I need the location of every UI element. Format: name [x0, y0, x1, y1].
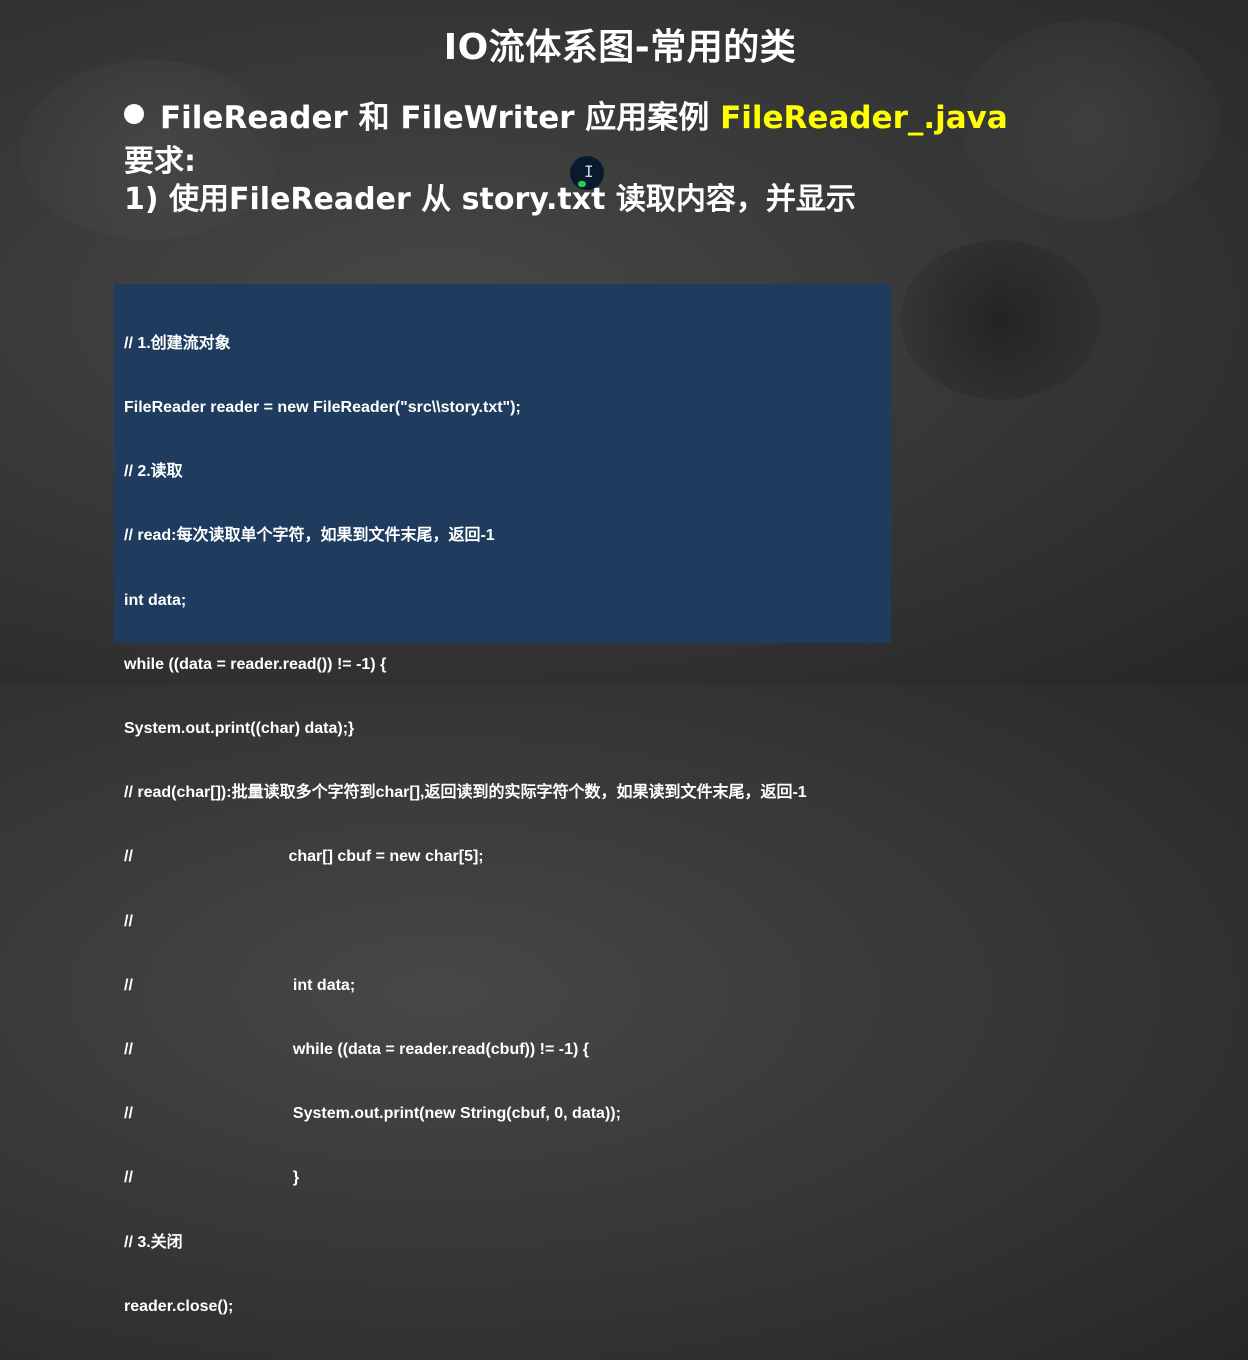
code-line: // read(char[]):批量读取多个字符到char[],返回读到的实际字… [124, 784, 807, 802]
source-file-name: FileReader_.java [720, 100, 1008, 136]
code-line: System.out.print((char) data);} [124, 720, 355, 738]
code-line: // 1.创建流对象 [124, 334, 231, 352]
code-line: // int data; [124, 976, 356, 994]
cursor-marker [578, 181, 586, 187]
bullet-icon [124, 104, 144, 124]
code-line: reader.close(); [124, 1297, 234, 1315]
code-line: // [124, 912, 133, 930]
bullet-heading: FileReader 和 FileWriter 应用案例 FileReader_… [124, 92, 1008, 137]
text-cursor-icon: I [570, 156, 604, 190]
code-panel: // 1.创建流对象 FileReader reader = new FileR… [114, 284, 891, 1315]
ibeam-icon: I [584, 162, 594, 181]
code-block: // 1.创建流对象 FileReader reader = new FileR… [124, 290, 807, 1360]
code-line: // 3.关闭 [124, 1233, 183, 1251]
code-line: // 2.读取 [124, 463, 183, 481]
code-line: int data; [124, 591, 187, 609]
code-line: // while ((data = reader.read(cbuf)) != … [124, 1041, 589, 1059]
code-line: FileReader reader = new FileReader("src\… [124, 399, 521, 417]
code-line: // read:每次读取单个字符，如果到文件末尾，返回-1 [124, 527, 495, 545]
code-line: // } [124, 1169, 300, 1187]
requirement-item: 1) 使用FileReader 从 story.txt 读取内容，并显示 [124, 182, 856, 217]
code-line: while ((data = reader.read()) != -1) { [124, 655, 387, 673]
bullet-text: FileReader 和 FileWriter 应用案例 [160, 100, 721, 136]
code-line: // System.out.print(new String(cbuf, 0, … [124, 1105, 621, 1123]
chalk-smudge [900, 240, 1100, 400]
slide-title: IO流体系图-常用的类 [443, 27, 797, 68]
code-line: // char[] cbuf = new char[5]; [124, 848, 484, 866]
